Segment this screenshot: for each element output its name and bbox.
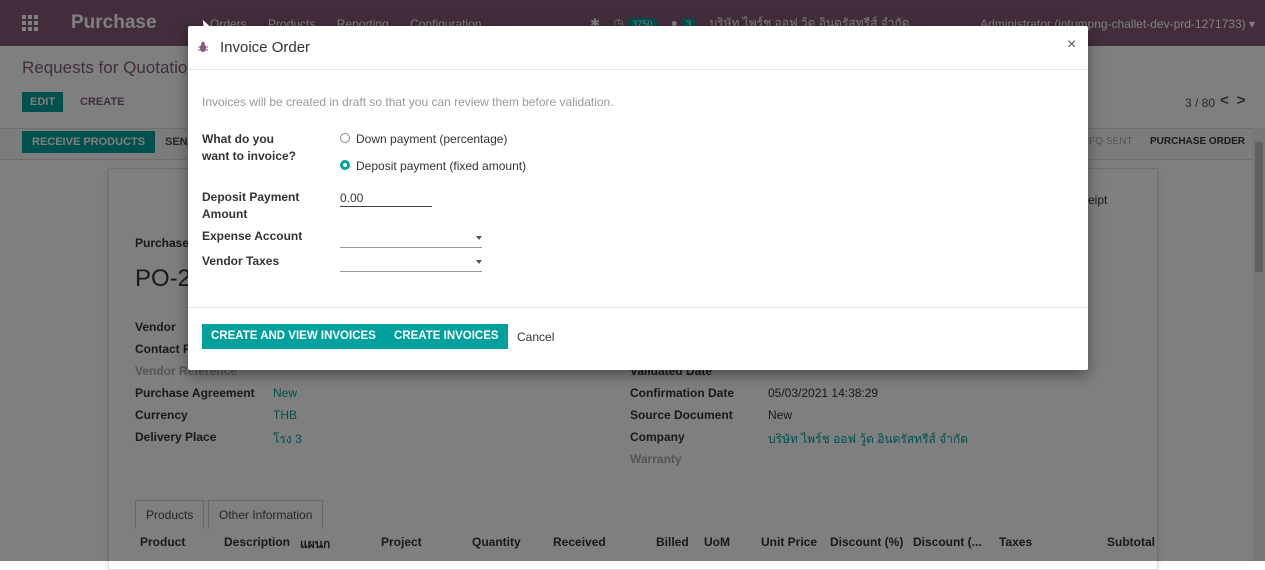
deposit-amount-underline — [340, 206, 432, 207]
create-and-view-invoices-button[interactable]: CREATE AND VIEW INVOICES — [202, 324, 385, 349]
dialog-title: Invoice Order — [220, 39, 311, 56]
radio-label-deposit-payment: Deposit payment (fixed amount) — [356, 159, 527, 173]
radio-label-down-payment: Down payment (percentage) — [356, 132, 508, 146]
radio-circle-off[interactable] — [340, 133, 350, 143]
close-icon[interactable]: × — [1067, 36, 1076, 54]
vendor-taxes-underline — [340, 271, 482, 272]
cancel-button[interactable]: Cancel — [517, 330, 554, 344]
expense-account-underline — [340, 247, 482, 248]
create-invoices-button[interactable]: CREATE INVOICES — [385, 324, 508, 349]
radio-circle-on[interactable] — [340, 160, 350, 170]
chevron-down-icon[interactable] — [476, 260, 482, 264]
deposit-amount-label: Deposit Payment Amount — [202, 190, 300, 221]
chevron-down-icon[interactable] — [476, 236, 482, 240]
deposit-amount-input[interactable]: 0.00 — [340, 191, 363, 205]
bug-icon — [198, 41, 208, 52]
dialog-footer-divider — [188, 307, 1088, 308]
dialog-hint: Invoices will be created in draft so tha… — [202, 95, 614, 109]
invoice-type-label: What do you want to invoice? — [202, 132, 297, 163]
invoice-order-dialog: Invoice Order × Invoices will be created… — [188, 26, 1088, 370]
expense-account-label: Expense Account — [202, 229, 303, 243]
dialog-header: Invoice Order × — [188, 26, 1088, 70]
vendor-taxes-label: Vendor Taxes — [202, 254, 280, 268]
